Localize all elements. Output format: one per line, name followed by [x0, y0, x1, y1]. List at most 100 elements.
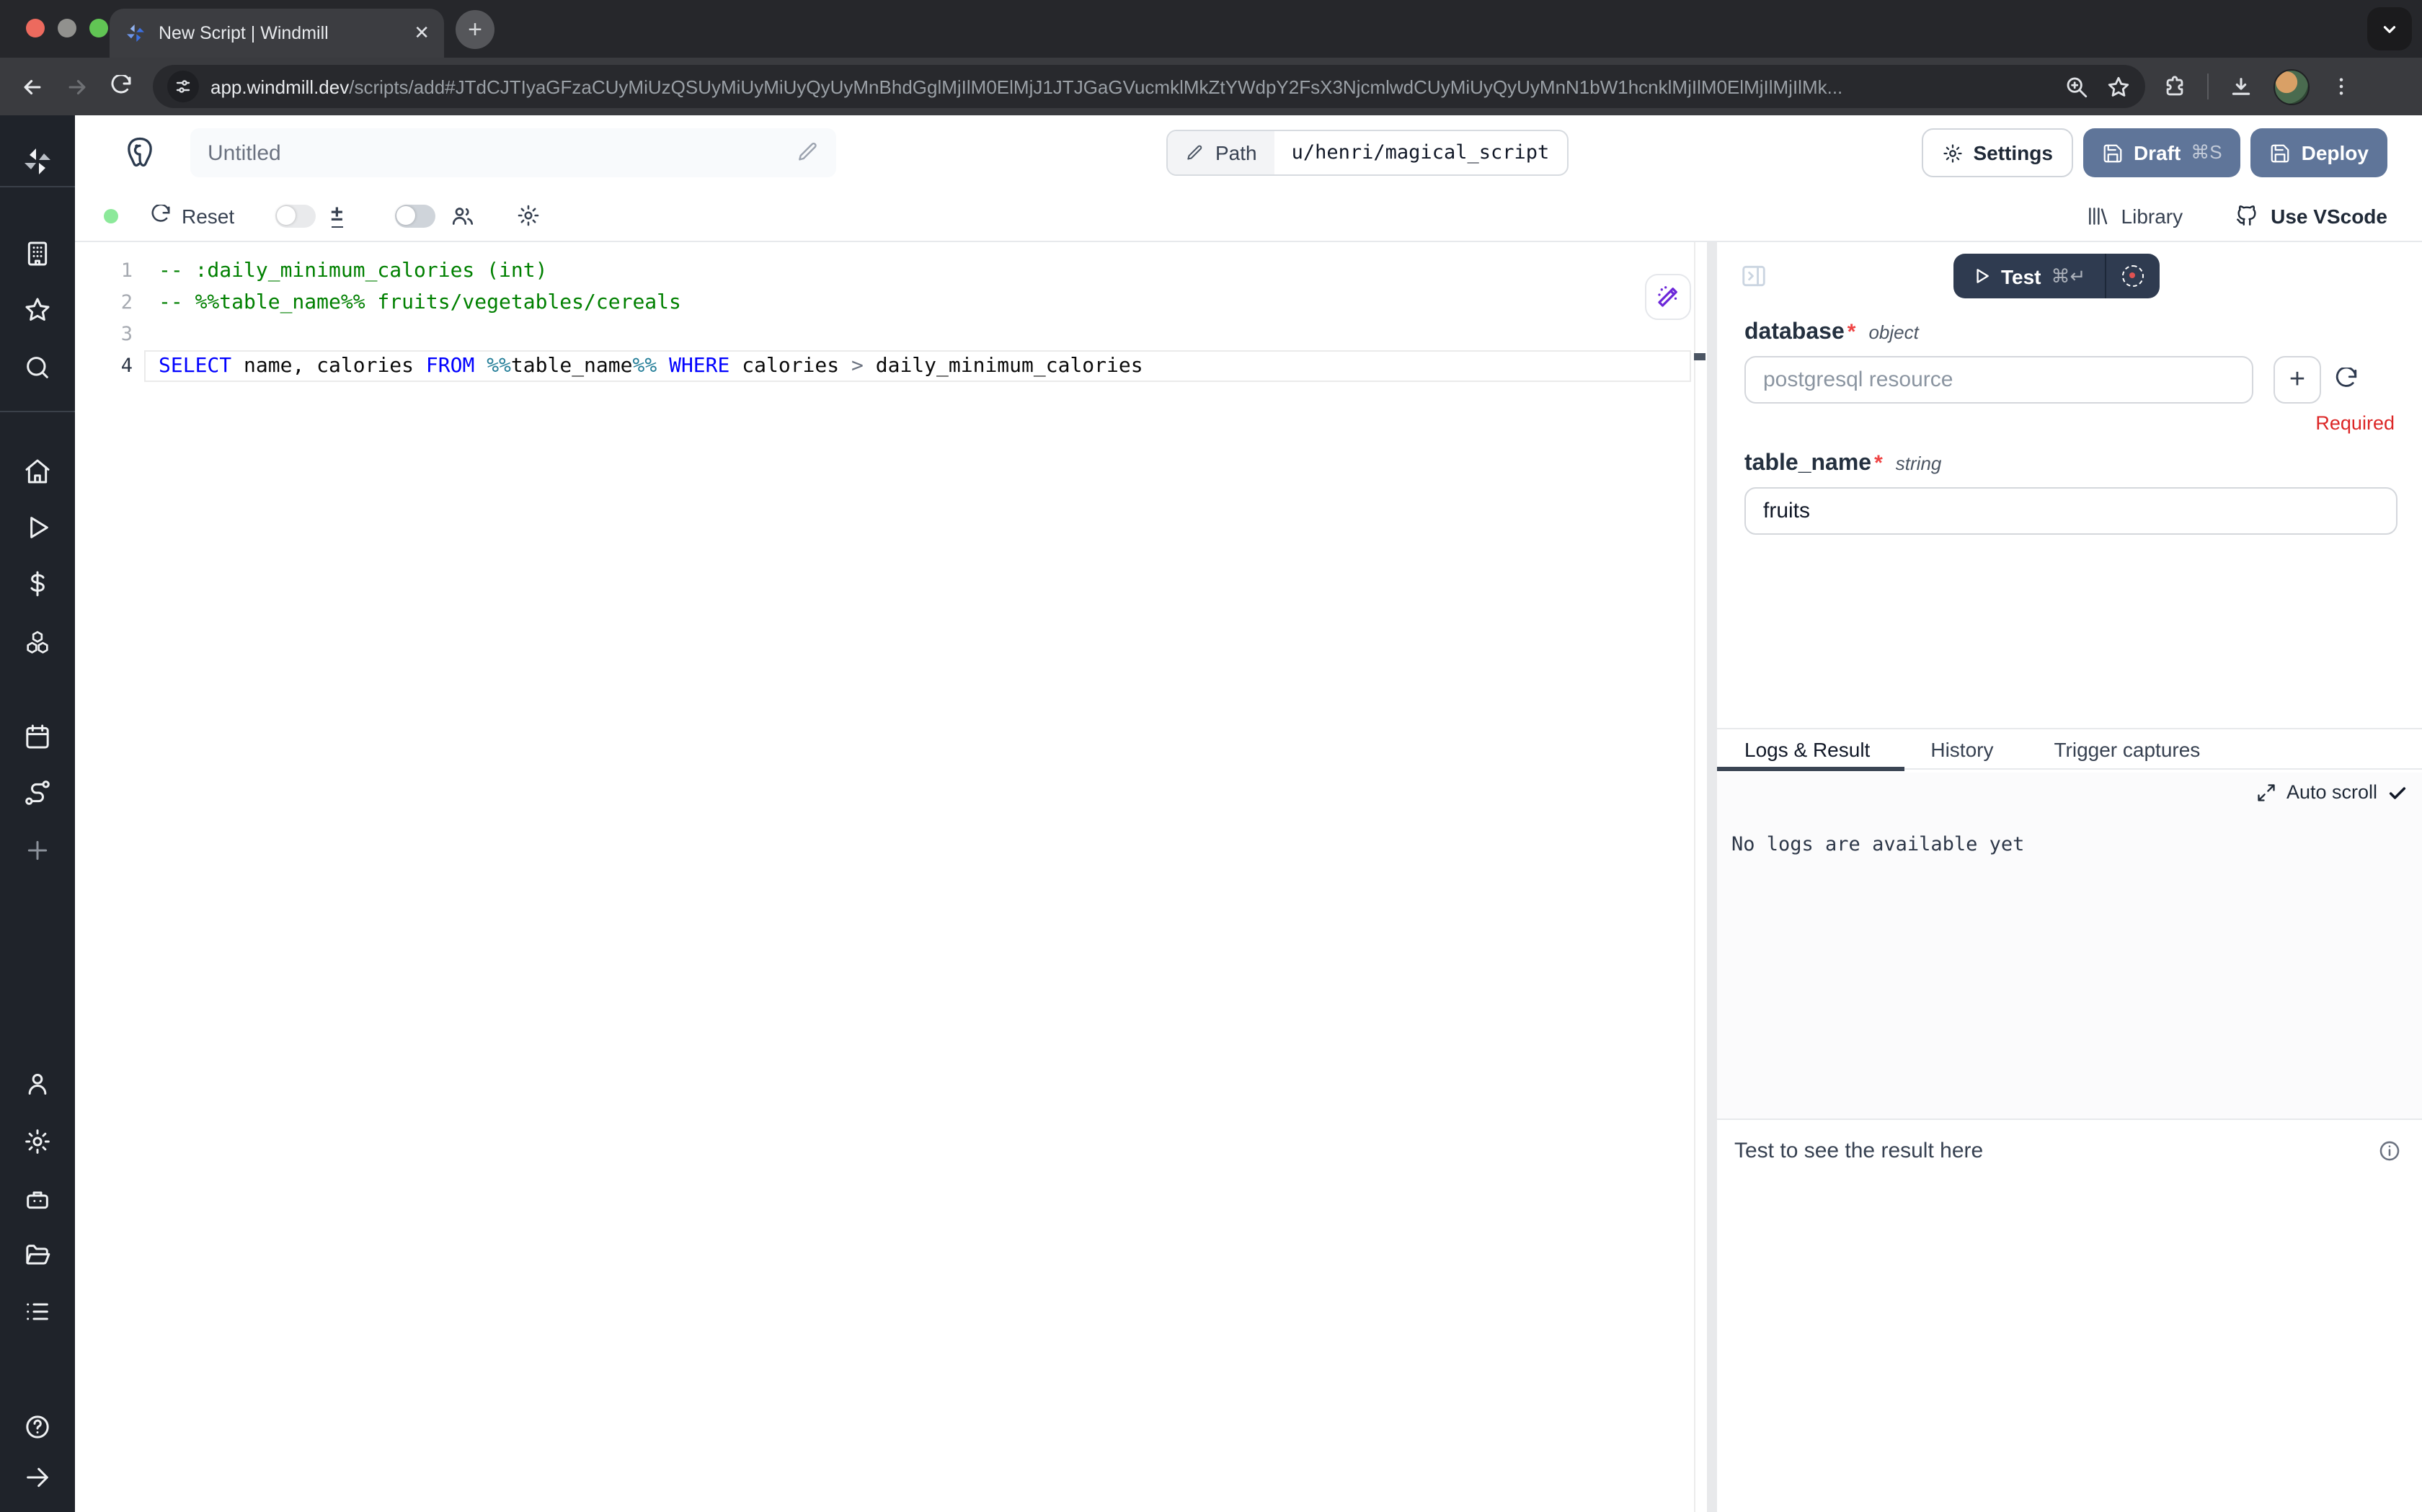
active-tab-underline: [1717, 767, 1904, 771]
info-icon[interactable]: [2377, 1139, 2402, 1163]
site-info-icon[interactable]: [167, 71, 199, 102]
back-icon[interactable]: [20, 74, 45, 99]
sidebar-item-workspace[interactable]: [0, 239, 75, 268]
settings-button[interactable]: Settings: [1921, 128, 2072, 177]
minimize-window-button[interactable]: [58, 19, 76, 37]
sidebar-item-settings[interactable]: [0, 1127, 75, 1156]
pencil-icon: [1185, 143, 1204, 162]
url-text[interactable]: app.windmill.dev/scripts/add#JTdCJTIyaGF…: [210, 76, 2047, 97]
database-field-label: database* object: [1744, 320, 2422, 346]
sidebar-item-variables[interactable]: [0, 569, 75, 598]
draft-button[interactable]: Draft ⌘S: [2083, 128, 2241, 177]
window-controls[interactable]: [26, 19, 108, 37]
collapse-panel-icon[interactable]: [1740, 262, 1767, 290]
use-vscode-button[interactable]: Use VScode: [2235, 203, 2387, 228]
add-resource-button[interactable]: +: [2274, 356, 2321, 404]
windmill-logo[interactable]: [0, 144, 75, 179]
tab-title: New Script | Windmill: [159, 23, 402, 43]
run-panel: Test ⌘↵ database* object + Required: [1717, 242, 2422, 1512]
gear-icon: [1941, 142, 1963, 164]
pencil-icon[interactable]: [796, 141, 819, 164]
tab-logs-result[interactable]: Logs & Result: [1744, 737, 1870, 760]
profile-avatar[interactable]: [2274, 68, 2310, 104]
refresh-resources-button[interactable]: [2334, 368, 2359, 392]
app-sidebar: [0, 115, 75, 1512]
auto-scroll-toggle[interactable]: Auto scroll: [2256, 781, 2408, 803]
database-resource-input[interactable]: [1744, 356, 2253, 404]
sidebar-divider: [0, 186, 75, 187]
reload-icon[interactable]: [110, 75, 133, 98]
sidebar-item-home[interactable]: [0, 457, 75, 486]
tab-history[interactable]: History: [1930, 737, 1993, 760]
panel-splitter[interactable]: [1707, 242, 1717, 1512]
bookmark-star-icon[interactable]: [2106, 74, 2131, 99]
script-summary-field[interactable]: Untitled: [190, 128, 836, 177]
list-icon: [23, 1297, 52, 1326]
sidebar-item-resources[interactable]: [0, 628, 75, 657]
user-icon: [23, 1069, 52, 1098]
sidebar-item-routes[interactable]: [0, 778, 75, 807]
save-icon: [2102, 142, 2124, 164]
test-button[interactable]: Test ⌘↵: [1953, 254, 2104, 298]
deploy-button[interactable]: Deploy: [2251, 128, 2387, 177]
browser-tab[interactable]: New Script | Windmill ✕: [110, 9, 444, 58]
path-label-segment[interactable]: Path: [1168, 131, 1274, 174]
new-tab-button[interactable]: +: [456, 10, 494, 49]
robot-icon: [23, 1185, 52, 1214]
code-line[interactable]: 1-- :daily_minimum_calories (int): [75, 255, 1694, 287]
code-line[interactable]: 3: [75, 319, 1694, 350]
field-type: object: [1868, 321, 1918, 343]
url-bar[interactable]: app.windmill.dev/scripts/add#JTdCJTIyaGF…: [153, 65, 2145, 108]
close-window-button[interactable]: [26, 19, 45, 37]
url-host: app.windmill.dev: [210, 76, 349, 97]
sidebar-item-add[interactable]: [0, 836, 75, 865]
table-name-input[interactable]: [1744, 487, 2397, 535]
tab-close-icon[interactable]: ✕: [414, 22, 430, 45]
library-button[interactable]: Library: [2087, 204, 2183, 227]
library-icon: [2087, 204, 2110, 227]
multiplayer-toggle[interactable]: [395, 204, 435, 227]
extensions-icon[interactable]: [2162, 74, 2187, 99]
path-label: Path: [1215, 141, 1257, 164]
code-editor[interactable]: 1-- :daily_minimum_calories (int)2-- %%t…: [75, 242, 1694, 1512]
home-icon: [23, 457, 52, 486]
tab-trigger-captures[interactable]: Trigger captures: [2054, 737, 2200, 760]
menu-kebab-icon[interactable]: [2330, 75, 2353, 98]
capture-test-button[interactable]: [2106, 254, 2159, 298]
result-hint: Test to see the result here: [1734, 1139, 1983, 1163]
sidebar-item-favorites[interactable]: [0, 295, 75, 324]
line-number: 2: [75, 291, 133, 314]
sidebar-item-users[interactable]: [0, 1069, 75, 1098]
gear-icon: [23, 1127, 52, 1156]
reset-button[interactable]: Reset: [150, 204, 234, 227]
auto-scroll-label: Auto scroll: [2286, 781, 2377, 803]
sidebar-item-folders[interactable]: [0, 1241, 75, 1270]
sidebar-item-audit-logs[interactable]: [0, 1297, 75, 1326]
downloads-icon[interactable]: [2229, 74, 2253, 99]
sidebar-item-schedules[interactable]: [0, 722, 75, 751]
path-widget[interactable]: Path u/henri/magical_script: [1166, 130, 1568, 176]
sidebar-item-search[interactable]: [0, 353, 75, 382]
route-icon: [23, 778, 52, 807]
sidebar-item-runs[interactable]: [0, 513, 75, 542]
draft-shortcut: ⌘S: [2191, 141, 2222, 164]
diff-toggle[interactable]: [275, 204, 315, 227]
star-icon: [23, 295, 52, 324]
magic-wand-icon: [1655, 284, 1681, 310]
tab-search-button[interactable]: [2367, 7, 2412, 50]
expand-icon[interactable]: [2256, 782, 2276, 802]
zoom-window-button[interactable]: [89, 19, 108, 37]
editor-settings-gear-icon[interactable]: [516, 203, 541, 228]
code-line[interactable]: 2-- %%table_name%% fruits/vegetables/cer…: [75, 287, 1694, 319]
result-area: Test to see the result here: [1717, 1119, 2422, 1163]
zoom-icon[interactable]: [2064, 74, 2089, 99]
code-line[interactable]: 4SELECT name, calories FROM %%table_name…: [75, 350, 1694, 382]
sidebar-expand-button[interactable]: [0, 1463, 75, 1492]
schema-form: database* object + Required table_name* …: [1717, 320, 2422, 535]
toolbar-divider: [2207, 74, 2209, 99]
sidebar-item-workers[interactable]: [0, 1185, 75, 1214]
sidebar-item-help[interactable]: [0, 1413, 75, 1441]
ai-assistant-button[interactable]: [1645, 274, 1691, 320]
script-editor-header: Untitled Path u/henri/magical_script Set…: [75, 115, 2422, 190]
code-lines: 1-- :daily_minimum_calories (int)2-- %%t…: [75, 255, 1694, 382]
